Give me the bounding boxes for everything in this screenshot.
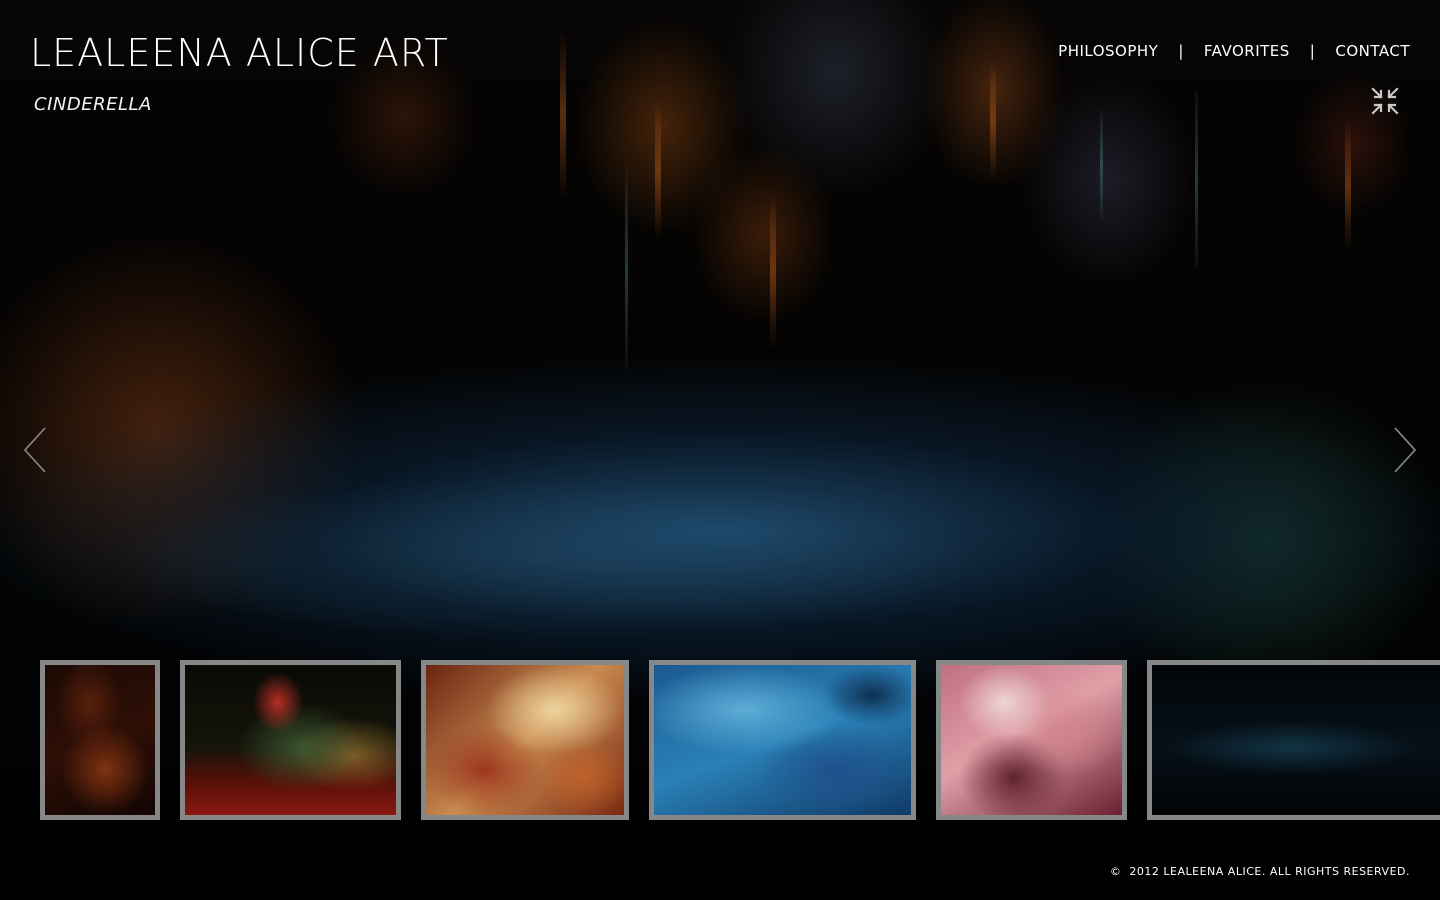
nav-separator: |: [1309, 42, 1316, 60]
exit-fullscreen-button[interactable]: [1370, 86, 1400, 116]
thumbnail-image: [1152, 665, 1440, 815]
exit-fullscreen-icon: [1371, 87, 1399, 115]
copyright-text: 2012 LEALEENA ALICE. ALL RIGHTS RESERVED…: [1129, 865, 1410, 878]
thumbnail[interactable]: [180, 660, 401, 820]
thumbnail-image: [654, 665, 911, 815]
copyright-icon: ©: [1109, 865, 1122, 878]
thumbnail[interactable]: [1147, 660, 1440, 820]
thumbnail-image: [45, 665, 155, 815]
thumbnail-image: [426, 665, 624, 815]
painting-background: LEALEENA ALICE ART CINDERELLA PHILOSOPHY…: [0, 0, 1440, 900]
thumbnail-strip: [0, 660, 1440, 820]
previous-painting-button[interactable]: [22, 426, 48, 474]
chevron-left-icon: [23, 427, 46, 473]
thumbnail[interactable]: [40, 660, 160, 820]
thumbnail-image: [941, 665, 1122, 815]
thumbnail[interactable]: [421, 660, 629, 820]
footer-copyright: © 2012 LEALEENA ALICE. ALL RIGHTS RESERVE…: [1110, 865, 1410, 878]
thumbnail[interactable]: [936, 660, 1127, 820]
nav-separator: |: [1178, 42, 1184, 60]
nav-favorites-link[interactable]: FAVORITES: [1204, 42, 1290, 60]
site-title[interactable]: LEALEENA ALICE ART: [30, 31, 449, 75]
thumbnail-image: [185, 665, 396, 815]
painting-title: CINDERELLA: [34, 94, 152, 115]
nav-philosophy-link[interactable]: PHILOSOPHY: [1058, 42, 1158, 60]
chevron-right-icon: [1394, 427, 1417, 473]
next-painting-button[interactable]: [1392, 426, 1418, 474]
thumbnail[interactable]: [649, 660, 916, 820]
main-nav: PHILOSOPHY | FAVORITES | CONTACT: [1058, 42, 1410, 60]
nav-contact-link[interactable]: CONTACT: [1335, 42, 1410, 60]
